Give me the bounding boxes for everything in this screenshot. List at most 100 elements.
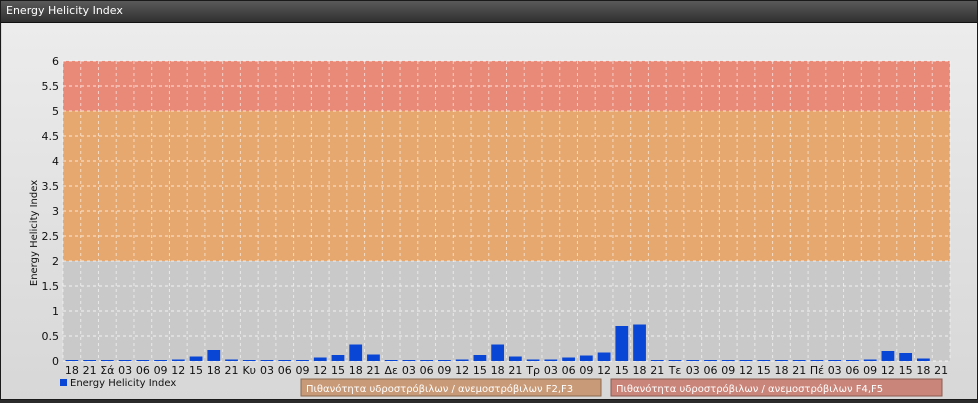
bar xyxy=(828,360,842,361)
x-tick-label: 03 xyxy=(402,364,416,377)
x-tick-label: 18 xyxy=(65,364,79,377)
bar xyxy=(83,360,96,361)
bar xyxy=(597,352,611,361)
y-tick-label: 0.5 xyxy=(42,330,60,343)
bar xyxy=(633,324,646,361)
x-tick-label: Κυ xyxy=(242,364,256,377)
x-tick-label: 09 xyxy=(437,364,451,377)
chart-panel: 0 0.5 1 1.5 2 2.5 3 3.5 4 4.5 5 5.5 6 18 21 Σά 03 06 09 12… xyxy=(2,23,977,399)
bar xyxy=(686,360,700,361)
bar xyxy=(207,350,221,361)
bar xyxy=(384,360,398,361)
x-tick-label: 06 xyxy=(420,364,434,377)
bar xyxy=(739,360,753,361)
x-tick-label: 12 xyxy=(455,364,469,377)
bar xyxy=(260,360,274,361)
bar xyxy=(100,360,114,361)
x-tick-label: 21 xyxy=(83,364,97,377)
title-bar: Energy Helicity Index xyxy=(1,1,977,23)
helicity-chart: 00.511.522.533.544.555.56 18 21 Σά 03 06 09 12… xyxy=(29,55,951,397)
y-tick-label: 5 xyxy=(52,105,59,118)
x-tick-labels: 18 21 Σά 03 06 09 12 15 18 21 Κυ 03 06 09 12 15 18 21 Δε 03… xyxy=(65,364,948,377)
x-tick-label: 18 xyxy=(349,364,363,377)
x-tick-label: 21 xyxy=(508,364,522,377)
x-tick-label: 18 xyxy=(491,364,505,377)
x-tick-label: 09 xyxy=(721,364,735,377)
x-tick-label: 03 xyxy=(686,364,700,377)
x-tick-label: 21 xyxy=(225,364,239,377)
x-tick-label: 03 xyxy=(118,364,132,377)
x-tick-label: 15 xyxy=(899,364,913,377)
bar xyxy=(296,360,309,361)
bar xyxy=(118,360,132,361)
legend-band-f4f5-label: Πιθανότητα υδροστρόβιλων / ανεμοστρόβιλω… xyxy=(616,383,883,395)
y-axis-label: Energy Helicity Index xyxy=(29,180,40,286)
bar xyxy=(668,360,682,361)
bar xyxy=(863,359,877,361)
x-tick-label: 21 xyxy=(650,364,664,377)
x-tick-label: 09 xyxy=(579,364,593,377)
x-tick-label: Τε xyxy=(668,364,682,377)
bar xyxy=(899,353,913,361)
bar xyxy=(313,357,327,361)
bar xyxy=(650,360,664,361)
x-tick-label: 12 xyxy=(171,364,185,377)
bar xyxy=(420,360,434,361)
bar xyxy=(544,359,558,361)
y-tick-label: 2.5 xyxy=(42,230,60,243)
bar xyxy=(349,344,363,361)
legend-series-label: Energy Helicity Index xyxy=(70,378,176,389)
x-tick-label: 21 xyxy=(366,364,380,377)
bar xyxy=(810,360,824,361)
bar xyxy=(579,355,593,361)
bar xyxy=(562,357,575,361)
x-tick-label: 18 xyxy=(633,364,647,377)
x-tick-label: 12 xyxy=(597,364,611,377)
y-tick-label: 3.5 xyxy=(42,180,60,193)
y-tick-label: 1.5 xyxy=(42,280,60,293)
bar xyxy=(704,360,717,361)
bar xyxy=(508,356,522,361)
bar xyxy=(917,358,930,361)
bar xyxy=(846,360,859,361)
bar xyxy=(491,344,505,361)
x-tick-label: 12 xyxy=(881,364,895,377)
x-tick-label: 15 xyxy=(615,364,629,377)
x-tick-label: 18 xyxy=(916,364,930,377)
x-tick-label: 03 xyxy=(544,364,558,377)
bar xyxy=(455,359,469,361)
x-tick-label: 15 xyxy=(189,364,203,377)
bar xyxy=(136,360,150,361)
x-tick-label: 06 xyxy=(278,364,292,377)
bar xyxy=(721,360,735,361)
x-tick-label: 06 xyxy=(136,364,150,377)
bar xyxy=(278,360,292,361)
x-tick-label: 09 xyxy=(295,364,309,377)
bar xyxy=(792,360,806,361)
bar xyxy=(225,359,238,361)
y-tick-label: 1 xyxy=(52,305,59,318)
x-tick-label: 18 xyxy=(774,364,788,377)
y-tick-label: 0 xyxy=(52,355,59,368)
bar xyxy=(881,351,895,361)
y-tick-label: 6 xyxy=(52,55,59,68)
x-tick-label: 21 xyxy=(934,364,948,377)
x-tick-label: 12 xyxy=(739,364,753,377)
y-tick-label: 4 xyxy=(52,155,59,168)
bar xyxy=(473,355,487,361)
bar xyxy=(189,356,203,361)
x-tick-label: 09 xyxy=(863,364,877,377)
x-tick-label: 03 xyxy=(828,364,842,377)
x-tick-label: 06 xyxy=(845,364,859,377)
legend-series-swatch xyxy=(60,379,67,386)
legend-band-f2f3-label: Πιθανότητα υδροστρόβιλων / ανεμοστρόβιλω… xyxy=(306,383,573,395)
bar xyxy=(526,359,540,361)
x-tick-label: Σά xyxy=(100,364,114,377)
bar xyxy=(242,360,256,361)
bar xyxy=(367,354,380,361)
y-tick-label: 2 xyxy=(52,255,59,268)
y-tick-label: 5.5 xyxy=(42,80,60,93)
x-tick-label: 12 xyxy=(313,364,327,377)
window-title: Energy Helicity Index xyxy=(6,4,123,17)
x-tick-label: 03 xyxy=(260,364,274,377)
